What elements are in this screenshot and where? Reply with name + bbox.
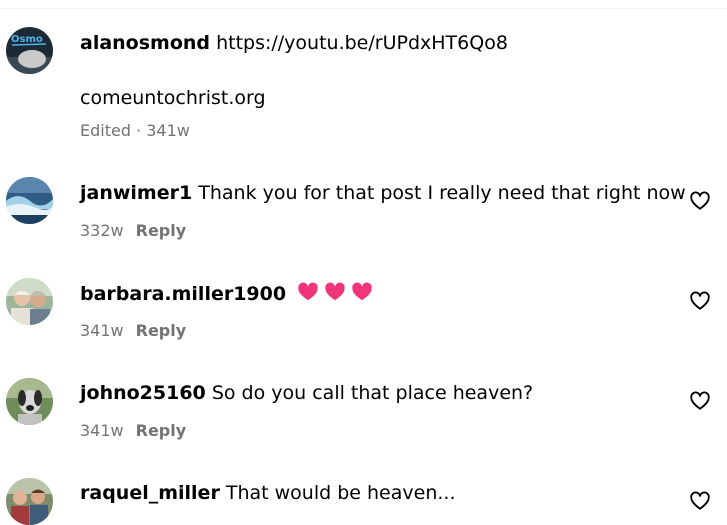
comment-meta: 332w Reply — [80, 221, 186, 241]
avatar-dog-photo[interactable] — [6, 378, 53, 425]
comment-username[interactable]: johno25160 — [80, 382, 206, 404]
comment-text: That would be heaven... — [225, 482, 456, 504]
comment-text-line: janwimer1 Thank you for that post I real… — [80, 181, 686, 205]
comment-username[interactable]: alanosmond — [80, 32, 210, 54]
avatar-ocean-wave[interactable] — [6, 177, 53, 224]
comment-text-line: raquel_miller That would be heaven... — [80, 481, 455, 505]
heart-emoji-icon — [351, 281, 373, 303]
comment-edited-age: Edited · 341w — [80, 121, 190, 140]
comment-meta: 341w Reply — [80, 321, 186, 341]
avatar-osmond-logo[interactable]: Osmo — [6, 27, 53, 74]
comment-age[interactable]: 332w — [80, 221, 124, 240]
like-heart-icon[interactable] — [689, 390, 711, 412]
top-divider — [0, 0, 727, 9]
comment-age[interactable]: 341w — [80, 321, 124, 340]
reply-button[interactable]: Reply — [136, 321, 187, 340]
comment-link-text[interactable]: https://youtu.be/rUPdxHT6Qo8 — [216, 32, 508, 54]
reply-button[interactable]: Reply — [136, 221, 187, 240]
comment-meta: Edited · 341w — [80, 121, 190, 141]
comment-text-line: barbara.miller1900 — [80, 281, 373, 306]
heart-emoji-icon — [297, 281, 319, 303]
comment-meta: 341w Reply — [80, 421, 186, 441]
comment-text-line: johno25160 So do you call that place hea… — [80, 381, 533, 405]
comment-username[interactable]: barbara.miller1900 — [80, 283, 286, 305]
comment-text: So do you call that place heaven? — [211, 382, 534, 404]
heart-emoji-icon — [324, 281, 346, 303]
reply-button[interactable]: Reply — [136, 421, 187, 440]
comment-username[interactable]: raquel_miller — [80, 482, 220, 504]
like-heart-icon[interactable] — [689, 190, 711, 212]
comment-age[interactable]: 341w — [80, 421, 124, 440]
avatar-family-photo[interactable] — [6, 478, 53, 525]
like-heart-icon[interactable] — [689, 490, 711, 512]
comment-text-line: alanosmond https://youtu.be/rUPdxHT6Qo8 — [80, 31, 508, 55]
comment-extra-text[interactable]: comeuntochrist.org — [80, 86, 266, 110]
like-heart-icon[interactable] — [689, 290, 711, 312]
comment-username[interactable]: janwimer1 — [80, 182, 192, 204]
svg-text:Osmo: Osmo — [11, 34, 43, 45]
avatar-couple-photo[interactable] — [6, 278, 53, 325]
comment-text: Thank you for that post I really need th… — [198, 182, 686, 204]
